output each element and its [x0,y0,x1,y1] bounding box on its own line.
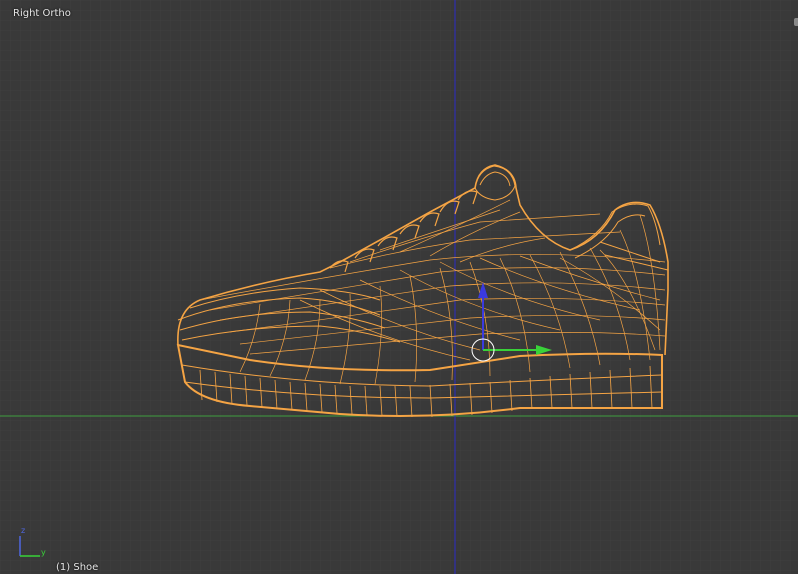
viewport-corner-handle[interactable] [794,18,798,26]
3d-viewport[interactable]: Right Ortho (1) Shoe z y [0,0,798,574]
viewport-grid [0,0,798,574]
gizmo-z-label: z [21,526,26,535]
view-name-label: Right Ortho [13,8,71,19]
gizmo-y-label: y [41,548,46,557]
viewport-canvas [0,0,798,574]
active-object-label: (1) Shoe [56,562,99,573]
